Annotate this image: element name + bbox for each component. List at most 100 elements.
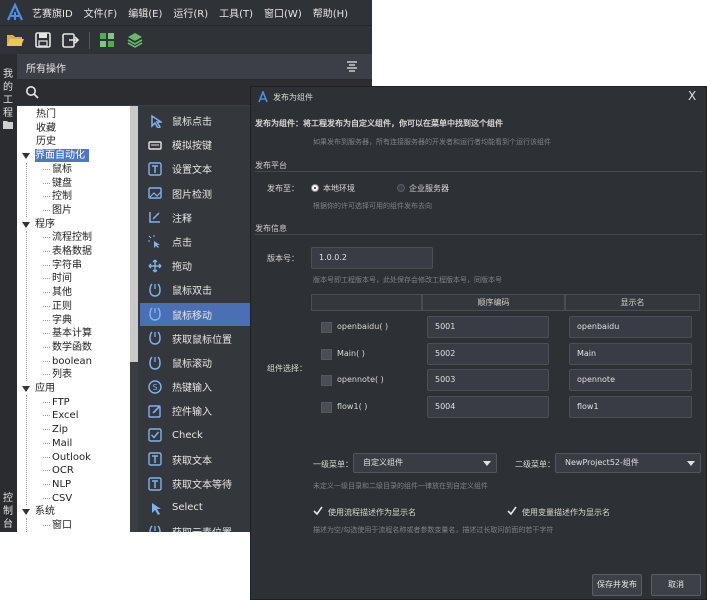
info-section-title: 发布信息: [255, 224, 287, 233]
menu2-select[interactable]: NewProject52-组件: [555, 453, 701, 473]
image-detect-icon: [148, 187, 162, 199]
open-folder-icon[interactable]: [5, 30, 25, 50]
menu-ide-id[interactable]: 艺赛旗ID: [32, 5, 73, 20]
tree-node[interactable]: 列表: [52, 368, 72, 381]
tree-node[interactable]: 应用: [35, 382, 55, 395]
export-icon[interactable]: [61, 30, 81, 50]
version-hint: 版本号即工程版本号，此处保存会修改工程版本号，同版本号: [313, 276, 502, 284]
tree-node[interactable]: 窗口: [52, 519, 72, 532]
menu-edit[interactable]: 编辑(E): [128, 5, 162, 20]
display-name-input[interactable]: openbaidu: [569, 316, 692, 338]
tree-node[interactable]: 界面自动化: [35, 149, 89, 163]
tree-guide: [43, 483, 50, 485]
tree-guide: [43, 374, 50, 376]
tree-node[interactable]: 基本计算: [52, 327, 92, 340]
tree-node[interactable]: 收藏: [36, 122, 56, 135]
tree-node[interactable]: OCR: [52, 464, 74, 477]
radio-server[interactable]: [397, 184, 405, 192]
tree-node[interactable]: 时间: [52, 272, 72, 285]
save-publish-button[interactable]: 保存并发布: [592, 574, 642, 596]
expand-arrow-icon[interactable]: [22, 386, 30, 392]
tree-node[interactable]: Excel: [52, 409, 79, 422]
expand-arrow-icon[interactable]: [22, 221, 30, 228]
tree-node[interactable]: 历史: [36, 135, 56, 148]
tree-node[interactable]: 系统: [35, 505, 55, 518]
my-project-tab[interactable]: 我 的 工 程: [2, 68, 14, 133]
tree-node[interactable]: 程序: [35, 218, 55, 231]
action-item-label: 图片检测: [172, 189, 212, 201]
tree-node[interactable]: FTP: [52, 396, 70, 409]
order-code-input[interactable]: 5004: [427, 395, 549, 418]
tree-guide: [43, 168, 50, 170]
menu1-label: 一级菜单：: [313, 460, 353, 469]
component-checkbox[interactable]: [321, 348, 332, 360]
check-var-desc-label[interactable]: 使用变量描述作为显示名: [522, 507, 610, 518]
collapse-icon[interactable]: [345, 59, 359, 73]
tree-node[interactable]: 其他: [52, 286, 72, 299]
tree-node[interactable]: Outlook: [52, 451, 91, 464]
component-checkbox[interactable]: [321, 322, 332, 333]
tree-node[interactable]: NLP: [52, 478, 71, 491]
mouse-position-icon: [149, 331, 161, 346]
close-button[interactable]: X: [688, 89, 696, 103]
side-tab-strip: 我 的 工 程 控 制 台: [0, 54, 17, 532]
tree-node[interactable]: 流程控制: [52, 231, 92, 244]
action-item-label: 拖动: [172, 262, 192, 274]
display-name-input[interactable]: flow1: [569, 395, 692, 418]
tree-node[interactable]: Zip: [52, 423, 68, 436]
console-tab[interactable]: 控 制 台: [2, 492, 14, 531]
version-input[interactable]: 1.0.0.2: [311, 247, 433, 269]
expand-arrow-icon[interactable]: [22, 153, 30, 160]
tree-node[interactable]: 正则: [52, 300, 72, 313]
tree-node[interactable]: CSV: [52, 492, 72, 505]
tree-node[interactable]: 字符串: [52, 259, 82, 272]
checkmark-icon[interactable]: [507, 506, 517, 516]
stack-icon[interactable]: [125, 30, 145, 50]
tree-node[interactable]: 键盘: [52, 177, 72, 190]
toolbar: [0, 25, 372, 55]
tree-guide: [43, 237, 50, 239]
tree-node[interactable]: 图片: [52, 204, 72, 217]
component-checkbox[interactable]: [321, 401, 332, 413]
tree-node[interactable]: 表格数据: [52, 245, 92, 258]
order-code-input[interactable]: 5001: [427, 316, 549, 338]
order-code-input[interactable]: 5002: [427, 342, 549, 365]
tree-node[interactable]: 热门: [36, 108, 56, 121]
check-flow-desc-label[interactable]: 使用流程描述作为显示名: [328, 507, 416, 518]
tree-guide: [43, 264, 50, 266]
expand-arrow-icon[interactable]: [22, 509, 30, 516]
cancel-button[interactable]: 取消: [651, 574, 701, 596]
get-text-icon: [148, 452, 162, 466]
tree-node[interactable]: Mail: [52, 437, 72, 450]
tree-guide: [43, 278, 50, 280]
checkmark-icon[interactable]: [313, 506, 323, 516]
menu1-select[interactable]: 自定义组件: [353, 453, 497, 473]
display-name-input[interactable]: opennote: [569, 369, 692, 391]
save-icon[interactable]: [33, 30, 53, 50]
component-select-label: 组件选择：: [267, 364, 307, 373]
radio-server-label[interactable]: 企业服务器: [409, 183, 449, 194]
action-item-label: 设置文本: [172, 165, 212, 177]
tree-node[interactable]: 字典: [52, 314, 72, 327]
radio-local[interactable]: [311, 184, 319, 192]
tree-node[interactable]: 控制: [52, 190, 72, 203]
order-code-input[interactable]: 5003: [427, 369, 549, 391]
menu-run[interactable]: 运行(R): [173, 5, 208, 20]
tree-scrollbar[interactable]: [130, 106, 138, 362]
menu-help[interactable]: 帮助(H): [313, 5, 348, 20]
menu-window[interactable]: 窗口(W): [264, 5, 302, 20]
publish-component-icon[interactable]: [97, 30, 117, 50]
display-name-input[interactable]: Main: [569, 342, 692, 365]
component-name: Main( ): [337, 348, 365, 358]
tree-node[interactable]: 鼠标: [52, 163, 72, 176]
menu-tools[interactable]: 工具(T): [219, 5, 253, 20]
publish-component-dialog: 发布为组件 X 发布为组件：将工程发布为自定义组件，你可以在菜单中找到这个组件 …: [250, 86, 707, 600]
tree-node[interactable]: 数学函数: [52, 341, 92, 354]
radio-local-label[interactable]: 本地环境: [323, 183, 355, 194]
tree-node[interactable]: boolean: [52, 355, 92, 368]
component-checkbox[interactable]: [321, 375, 332, 386]
comment-icon: [149, 212, 160, 224]
action-item-label: 注释: [172, 213, 192, 225]
action-item-label: 鼠标滚动: [172, 359, 212, 370]
menu-file[interactable]: 文件(F): [84, 5, 118, 20]
